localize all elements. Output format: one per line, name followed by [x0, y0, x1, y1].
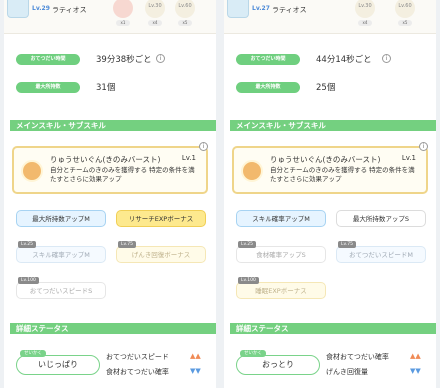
help-interval-label: おてつだい時間 — [236, 54, 300, 65]
info-icon[interactable]: i — [156, 54, 165, 63]
pokemon-icon — [227, 0, 249, 18]
subskill-4[interactable]: おてつだいスピードM — [336, 246, 426, 263]
header-strip: Lv.27 ラティオス Lv.30 x4 Lv.60 x5 — [224, 0, 436, 34]
section-detail-header: 詳細ステータス — [230, 323, 436, 334]
subskill-3-level-tag: Lv.25 — [238, 241, 256, 248]
down-arrows-icon: ▼▼ — [410, 367, 421, 375]
section-skill-header: メインスキル・サブスキル — [10, 120, 216, 131]
nature-value: いじっぱり — [16, 355, 100, 375]
pokemon-detail-panel-left: Lv.29 ラティオス x1 Lv.30 x4 Lv.60 x5 おてつだい時間… — [4, 0, 216, 388]
ingredient-egg-icon: Lv.30 x4 — [144, 0, 166, 26]
main-skill-name: りゅうせいぐん(きのみバースト) — [270, 155, 381, 164]
max-carry-label: 最大所持数 — [236, 82, 300, 93]
main-skill-description: 自分とチームのきのみを獲得する 特定の条件を満たすとさらに効果アップ — [50, 166, 195, 183]
subskill-4-level-tag: Lv.75 — [338, 241, 356, 248]
subskill-2[interactable]: 最大所持数アップS — [336, 210, 426, 227]
subskill-3[interactable]: スキル確率アップM — [16, 246, 106, 263]
info-icon[interactable]: i — [382, 54, 391, 63]
header-strip: Lv.29 ラティオス x1 Lv.30 x4 Lv.60 x5 — [4, 0, 216, 34]
nature-effect-down: 食材おてつだい確率 — [106, 368, 169, 376]
pokemon-name: ラティオス — [52, 6, 87, 14]
down-arrows-icon: ▼▼ — [190, 367, 201, 375]
pokemon-icon — [7, 0, 29, 18]
ingredient-milk-icon: Lv.60 x5 — [174, 0, 196, 26]
ingredient-tomato-icon: x1 — [112, 0, 134, 26]
main-skill-level: Lv.1 — [401, 154, 416, 162]
up-arrows-icon: ▲▲ — [190, 352, 201, 360]
subskill-5-level-tag: Lv.100 — [18, 277, 39, 284]
max-carry-value: 31個 — [96, 83, 116, 93]
nature-value: おっとり — [236, 355, 320, 375]
subskill-5[interactable]: 睡眠EXPボーナス — [236, 282, 326, 299]
max-carry-row: 最大所持数 31個 — [16, 80, 208, 96]
pokemon-name: ラティオス — [272, 6, 307, 14]
up-arrows-icon: ▲▲ — [410, 352, 421, 360]
main-skill-level: Lv.1 — [181, 154, 196, 162]
help-interval-row: おてつだい時間 39分38秒ごと i — [16, 52, 208, 68]
pokemon-detail-panel-right: Lv.27 ラティオス Lv.30 x4 Lv.60 x5 おてつだい時間 44… — [224, 0, 436, 388]
max-carry-label: 最大所持数 — [16, 82, 80, 93]
section-detail-header: 詳細ステータス — [10, 323, 216, 334]
main-skill-card[interactable]: りゅうせいぐん(きのみバースト) Lv.1 自分とチームのきのみを獲得する 特定… — [232, 142, 428, 194]
help-interval-value: 44分14秒ごと — [316, 55, 372, 65]
subskill-2[interactable]: リサーチEXPボーナス — [116, 210, 206, 227]
help-interval-row: おてつだい時間 44分14秒ごと i — [236, 52, 428, 68]
section-skill-header: メインスキル・サブスキル — [230, 120, 436, 131]
subskill-3-level-tag: Lv.25 — [18, 241, 36, 248]
max-carry-row: 最大所持数 25個 — [236, 80, 428, 96]
subskill-3[interactable]: 食材確率アップS — [236, 246, 326, 263]
info-icon[interactable]: i — [419, 142, 428, 151]
nature-effect-down: げんき回復量 — [326, 368, 368, 376]
main-skill-description: 自分とチームのきのみを獲得する 特定の条件を満たすとさらに効果アップ — [270, 166, 415, 183]
max-carry-value: 25個 — [316, 83, 336, 93]
pokemon-level: Lv.27 — [252, 5, 270, 12]
subskill-5[interactable]: おてつだいスピードS — [16, 282, 106, 299]
subskill-4[interactable]: げんき回復ボーナス — [116, 246, 206, 263]
info-icon[interactable]: i — [199, 142, 208, 151]
nature-effect-up: おてつだいスピード — [106, 353, 169, 361]
ingredient-egg-icon: Lv.30 x4 — [354, 0, 376, 26]
subskill-4-level-tag: Lv.75 — [118, 241, 136, 248]
pokemon-level: Lv.29 — [32, 5, 50, 12]
nature-effect-up: 食材おてつだい確率 — [326, 353, 389, 361]
ingredient-milk-icon: Lv.60 x5 — [394, 0, 416, 26]
subskill-1[interactable]: 最大所持数アップM — [16, 210, 106, 227]
nature-tag: せいかく — [240, 350, 266, 357]
help-interval-label: おてつだい時間 — [16, 54, 80, 65]
main-skill-icon — [21, 160, 43, 182]
nature-tag: せいかく — [20, 350, 46, 357]
main-skill-name: りゅうせいぐん(きのみバースト) — [50, 155, 161, 164]
subskill-5-level-tag: Lv.100 — [238, 277, 259, 284]
help-interval-value: 39分38秒ごと — [96, 55, 152, 65]
main-skill-icon — [241, 160, 263, 182]
main-skill-card[interactable]: りゅうせいぐん(きのみバースト) Lv.1 自分とチームのきのみを獲得する 特定… — [12, 142, 208, 194]
subskill-1[interactable]: スキル確率アップM — [236, 210, 326, 227]
